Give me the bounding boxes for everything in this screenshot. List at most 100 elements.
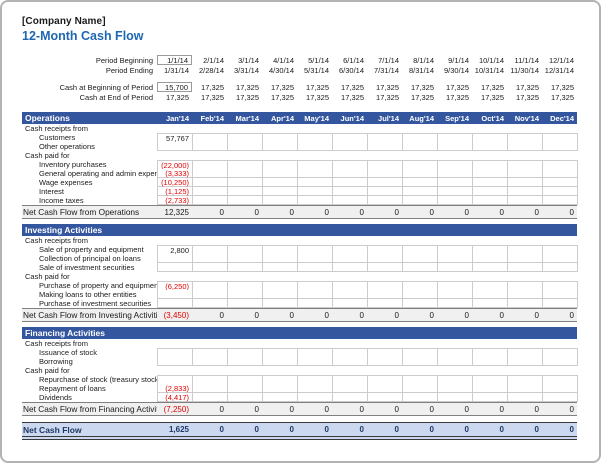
period-value-cell[interactable]: 17,325 <box>472 93 507 102</box>
value-cell[interactable] <box>438 263 473 272</box>
value-cell[interactable] <box>263 254 298 263</box>
period-value-cell[interactable]: 7/31/14 <box>367 66 402 75</box>
net-value-cell[interactable]: 0 <box>437 208 472 217</box>
net-value-cell[interactable]: 0 <box>367 208 402 217</box>
value-cell[interactable] <box>438 169 473 178</box>
value-cell[interactable] <box>298 254 333 263</box>
period-value-cell[interactable]: 4/1/14 <box>262 56 297 65</box>
value-cell[interactable] <box>263 142 298 151</box>
value-cell[interactable] <box>228 196 263 205</box>
net-value-cell[interactable]: 0 <box>402 208 437 217</box>
value-cell[interactable] <box>473 178 508 187</box>
value-cell[interactable]: (2,733) <box>158 196 193 205</box>
value-cell[interactable] <box>508 178 543 187</box>
period-value-cell[interactable]: 17,325 <box>157 93 192 102</box>
value-cell[interactable] <box>298 393 333 402</box>
value-cell[interactable] <box>403 357 438 366</box>
net-value-cell[interactable]: 0 <box>472 405 507 414</box>
value-cell[interactable] <box>298 142 333 151</box>
value-cell[interactable] <box>158 263 193 272</box>
net-value-cell[interactable]: (3,450) <box>157 311 192 320</box>
value-cell[interactable] <box>368 263 403 272</box>
value-cell[interactable] <box>228 187 263 196</box>
value-cell[interactable] <box>368 196 403 205</box>
period-value-cell[interactable]: 7/1/14 <box>367 56 402 65</box>
value-cell[interactable] <box>228 299 263 308</box>
value-cell[interactable] <box>438 393 473 402</box>
value-cell[interactable] <box>193 178 228 187</box>
value-cell[interactable] <box>543 142 578 151</box>
value-cell[interactable] <box>333 178 368 187</box>
value-cell[interactable] <box>263 384 298 393</box>
value-cell[interactable] <box>543 254 578 263</box>
period-value-cell[interactable]: 8/31/14 <box>402 66 437 75</box>
period-value-cell[interactable]: 17,325 <box>402 83 437 92</box>
period-value-cell[interactable]: 4/30/14 <box>262 66 297 75</box>
value-cell[interactable] <box>438 178 473 187</box>
period-value-cell[interactable]: 17,325 <box>367 93 402 102</box>
value-cell[interactable] <box>263 393 298 402</box>
period-value-cell[interactable]: 12/31/14 <box>542 66 577 75</box>
value-cell[interactable] <box>333 169 368 178</box>
net-cash-flow-value[interactable]: 0 <box>472 425 507 434</box>
period-value-cell[interactable]: 1/31/14 <box>157 66 192 75</box>
value-cell[interactable] <box>508 254 543 263</box>
value-cell[interactable] <box>298 299 333 308</box>
net-value-cell[interactable]: 0 <box>542 311 577 320</box>
net-value-cell[interactable]: 0 <box>262 405 297 414</box>
period-value-cell[interactable]: 17,325 <box>227 83 262 92</box>
period-value-cell[interactable]: 17,325 <box>367 83 402 92</box>
net-value-cell[interactable]: 0 <box>472 208 507 217</box>
value-cell[interactable] <box>228 263 263 272</box>
value-cell[interactable] <box>473 169 508 178</box>
net-value-cell[interactable]: 0 <box>367 405 402 414</box>
value-cell[interactable] <box>193 393 228 402</box>
value-cell[interactable] <box>403 187 438 196</box>
value-cell[interactable] <box>543 299 578 308</box>
value-cell[interactable] <box>438 142 473 151</box>
net-value-cell[interactable]: 0 <box>542 405 577 414</box>
value-cell[interactable] <box>193 263 228 272</box>
period-value-cell[interactable]: 5/1/14 <box>297 56 332 65</box>
value-cell[interactable] <box>403 178 438 187</box>
value-cell[interactable] <box>403 196 438 205</box>
value-cell[interactable] <box>263 263 298 272</box>
value-cell[interactable] <box>298 169 333 178</box>
value-cell[interactable] <box>193 196 228 205</box>
period-value-cell[interactable]: 1/1/14 <box>157 55 192 65</box>
value-cell[interactable] <box>543 196 578 205</box>
value-cell[interactable] <box>333 187 368 196</box>
value-cell[interactable] <box>263 178 298 187</box>
value-cell[interactable] <box>403 393 438 402</box>
net-cash-flow-value[interactable]: 0 <box>192 425 227 434</box>
period-value-cell[interactable]: 17,325 <box>472 83 507 92</box>
value-cell[interactable] <box>403 169 438 178</box>
period-value-cell[interactable]: 10/1/14 <box>472 56 507 65</box>
value-cell[interactable] <box>333 357 368 366</box>
value-cell[interactable] <box>263 169 298 178</box>
value-cell[interactable] <box>473 187 508 196</box>
value-cell[interactable] <box>508 299 543 308</box>
value-cell[interactable] <box>543 290 578 299</box>
value-cell[interactable] <box>368 169 403 178</box>
value-cell[interactable]: (2,833) <box>158 384 193 393</box>
value-cell[interactable] <box>193 169 228 178</box>
value-cell[interactable] <box>193 299 228 308</box>
net-cash-flow-value[interactable]: 0 <box>262 425 297 434</box>
net-value-cell[interactable]: 0 <box>332 405 367 414</box>
value-cell[interactable] <box>193 384 228 393</box>
net-value-cell[interactable]: 0 <box>297 311 332 320</box>
period-value-cell[interactable]: 17,325 <box>297 93 332 102</box>
value-cell[interactable] <box>508 187 543 196</box>
value-cell[interactable] <box>333 196 368 205</box>
value-cell[interactable] <box>368 384 403 393</box>
period-value-cell[interactable]: 12/1/14 <box>542 56 577 65</box>
value-cell[interactable] <box>473 263 508 272</box>
net-value-cell[interactable]: 0 <box>297 208 332 217</box>
value-cell[interactable]: (4,417) <box>158 393 193 402</box>
period-value-cell[interactable]: 17,325 <box>437 83 472 92</box>
value-cell[interactable] <box>403 142 438 151</box>
value-cell[interactable] <box>473 254 508 263</box>
value-cell[interactable] <box>158 299 193 308</box>
period-value-cell[interactable]: 17,325 <box>402 93 437 102</box>
